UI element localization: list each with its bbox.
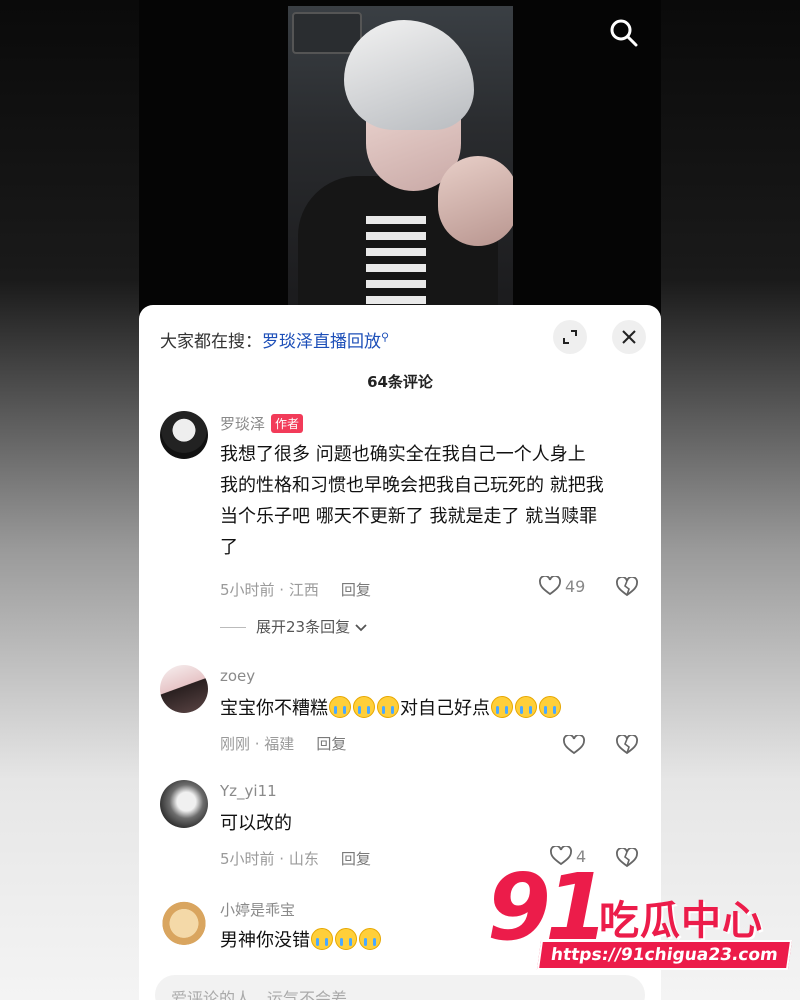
comment-text-part: 对自己好点 xyxy=(400,698,490,719)
author-badge: 作者 xyxy=(271,414,304,433)
comment-count: 64条评论 xyxy=(367,373,433,391)
comment-time-location: 5小时前 · 江西 xyxy=(220,581,319,599)
search-icon[interactable] xyxy=(609,18,639,48)
crying-emoji-icon xyxy=(539,696,561,718)
trending-link[interactable]: 罗琰泽直播回放 xyxy=(262,332,381,352)
sheet-header: 大家都在搜：罗琰泽直播回放⚲ xyxy=(139,305,661,367)
comment-username[interactable]: zoey xyxy=(220,667,255,685)
trending-search[interactable]: 大家都在搜：罗琰泽直播回放⚲ xyxy=(160,327,389,352)
watermark-logo: 91 吃瓜中心 https://91chigua23.com xyxy=(487,858,792,978)
crying-emoji-icon xyxy=(335,928,357,950)
mini-search-icon: ⚲ xyxy=(381,330,390,344)
like-count: 49 xyxy=(565,576,586,596)
close-button[interactable] xyxy=(612,320,646,354)
comment-line: 当个乐子吧 哪天不更新了 我就是走了 就当赎罪 xyxy=(220,506,598,527)
trending-prefix: 大家都在搜： xyxy=(160,332,262,352)
comment-line: 我想了很多 问题也确实全在我自己一个人身上 xyxy=(220,444,586,465)
crying-emoji-icon xyxy=(353,696,375,718)
comment-meta: 刚刚 · 福建 回复 xyxy=(220,733,346,754)
avatar[interactable] xyxy=(160,665,208,713)
expand-button[interactable] xyxy=(553,320,587,354)
crying-emoji-icon xyxy=(359,928,381,950)
video-player[interactable] xyxy=(139,0,661,320)
comment-text-part: 宝宝你不糟糕 xyxy=(220,698,328,719)
crying-emoji-icon xyxy=(329,696,351,718)
comment-text: 我想了很多 问题也确实全在我自己一个人身上 我的性格和习惯也早晚会把我自己玩死的… xyxy=(220,439,620,563)
heart-icon xyxy=(539,576,561,596)
heart-icon[interactable] xyxy=(563,735,585,755)
expand-divider xyxy=(220,627,246,628)
video-frame xyxy=(288,6,513,306)
username-text: 罗琰泽 xyxy=(220,415,266,433)
avatar[interactable] xyxy=(160,780,208,828)
comment-text-part: 男神你没错 xyxy=(220,930,310,951)
broken-heart-icon[interactable] xyxy=(616,577,638,597)
watermark-title: 吃瓜中心 xyxy=(599,898,763,944)
person-shirt xyxy=(366,216,426,306)
comment-time-location: 5小时前 · 山东 xyxy=(220,850,319,868)
crying-emoji-icon xyxy=(491,696,513,718)
comment-meta: 5小时前 · 江西 回复 xyxy=(220,579,371,600)
comment-line: 了 xyxy=(220,537,238,558)
comment-text: 可以改的 xyxy=(220,813,292,834)
comment-meta: 5小时前 · 山东 回复 xyxy=(220,848,371,869)
comment-username[interactable]: Yz_yi11 xyxy=(220,782,277,800)
person-hand xyxy=(438,156,513,246)
watermark-url: https://91chigua23.com xyxy=(536,940,792,970)
expand-icon xyxy=(563,330,577,344)
avatar[interactable] xyxy=(160,411,208,459)
background-sign xyxy=(292,12,362,54)
broken-heart-icon[interactable] xyxy=(616,735,638,755)
chevron-down-icon xyxy=(355,624,367,632)
avatar[interactable] xyxy=(160,897,208,945)
person-hair xyxy=(344,20,474,130)
close-icon xyxy=(622,330,636,344)
reply-button[interactable]: 回复 xyxy=(341,581,371,599)
comment-line: 我的性格和习惯也早晚会把我自己玩死的 就把我 xyxy=(220,475,604,496)
comment-input[interactable]: 爱评论的人，运气不会差 xyxy=(155,975,645,1000)
comment-text: 宝宝你不糟糕 对自己好点 xyxy=(220,693,620,724)
comment-username[interactable]: 罗琰泽 作者 xyxy=(220,413,304,434)
comment-username[interactable]: 小婷是乖宝 xyxy=(220,899,295,920)
crying-emoji-icon xyxy=(515,696,537,718)
expand-replies[interactable]: 展开23条回复 xyxy=(220,616,367,637)
crying-emoji-icon xyxy=(377,696,399,718)
like-button[interactable]: 49 xyxy=(539,576,585,596)
crying-emoji-icon xyxy=(311,928,333,950)
phone-screen: 大家都在搜：罗琰泽直播回放⚲ 64条评论 罗琰泽 作者 我想了很多 问题也确实全… xyxy=(139,0,661,1000)
reply-button[interactable]: 回复 xyxy=(341,850,371,868)
reply-button[interactable]: 回复 xyxy=(316,735,346,753)
expand-replies-label: 展开23条回复 xyxy=(256,618,351,636)
comment-time-location: 刚刚 · 福建 xyxy=(220,735,295,753)
